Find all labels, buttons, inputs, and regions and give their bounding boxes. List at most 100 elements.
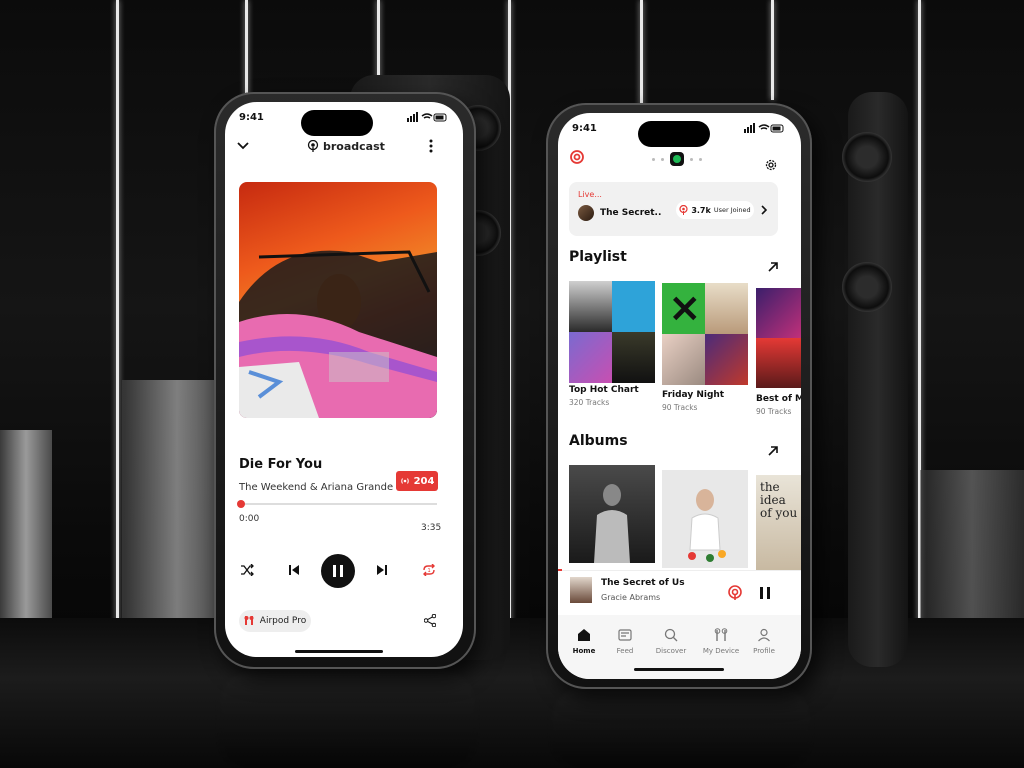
phone-reflection xyxy=(220,672,475,768)
cover-art-image xyxy=(239,250,437,418)
albums-heading: Albums xyxy=(569,433,628,449)
pause-button[interactable] xyxy=(321,554,355,588)
app-logo-icon[interactable] xyxy=(569,149,585,165)
playlist-title: Best of M xyxy=(756,394,801,404)
listeners-badge[interactable]: 204 xyxy=(396,471,438,491)
now-playing-artist: Gracie Abrams xyxy=(601,593,661,602)
album-card[interactable]: the idea of you xyxy=(756,475,801,573)
share-icon[interactable] xyxy=(422,612,438,628)
light-bar xyxy=(116,0,119,650)
status-time: 9:41 xyxy=(572,123,597,134)
search-icon xyxy=(664,628,678,641)
background-scene xyxy=(0,0,1024,768)
broadcast-icon xyxy=(679,205,688,215)
phone-back xyxy=(842,92,908,667)
album-card[interactable] xyxy=(662,470,748,568)
artist-name: The Weekend & Ariana Grande xyxy=(239,482,394,493)
avatar xyxy=(578,205,594,221)
dynamic-island xyxy=(301,110,373,136)
home-indicator xyxy=(634,668,724,671)
mini-progress xyxy=(558,569,562,571)
brand-logo: broadcast xyxy=(307,140,385,153)
brand-name: broadcast xyxy=(323,140,385,153)
status-time: 9:41 xyxy=(239,112,264,123)
users-count: 3.7k xyxy=(691,205,711,215)
pause-icon[interactable] xyxy=(757,585,773,601)
live-title: The Secret.. xyxy=(600,208,662,218)
svg-text:1: 1 xyxy=(428,568,431,574)
home-indicator xyxy=(295,650,383,653)
pause-icon xyxy=(333,565,343,577)
device-pill[interactable]: Airpod Pro xyxy=(239,610,311,632)
airpods-icon xyxy=(244,616,254,625)
nav-discover[interactable]: Discover xyxy=(654,623,688,659)
listeners-count: 204 xyxy=(413,475,435,487)
camera-lens xyxy=(842,132,892,182)
chevron-right-icon[interactable] xyxy=(759,204,769,216)
dynamic-island xyxy=(638,121,710,147)
chevron-down-icon[interactable] xyxy=(235,138,251,154)
album-text: the idea of you xyxy=(760,480,798,520)
dot xyxy=(690,157,693,161)
nav-my-device[interactable]: My Device xyxy=(701,623,741,659)
settings-gear-icon[interactable] xyxy=(763,157,779,173)
status-icons xyxy=(407,112,449,122)
progress-thumb[interactable] xyxy=(236,500,245,508)
repeat-icon[interactable]: 1 xyxy=(421,562,437,578)
playlist-cover[interactable]: × xyxy=(662,283,748,385)
broadcast-icon xyxy=(307,140,319,152)
live-signal-icon xyxy=(400,478,409,484)
users-joined-pill: 3.7k User Joined xyxy=(676,201,754,219)
next-icon[interactable] xyxy=(375,563,389,577)
nav-feed[interactable]: Feed xyxy=(611,623,639,659)
home-icon xyxy=(578,628,590,641)
now-playing-title: The Secret of Us xyxy=(601,578,685,588)
playlist-subtitle: 320 Tracks xyxy=(569,398,610,407)
phone-reflection xyxy=(552,688,810,768)
mini-player[interactable]: The Secret of Us Gracie Abrams xyxy=(558,569,801,621)
status-icons xyxy=(744,123,786,133)
nav-profile[interactable]: Profile xyxy=(750,623,778,659)
player-phone: 9:41 broadcast Die For You The Weekend &… xyxy=(214,92,476,669)
playlist-heading: Playlist xyxy=(569,249,627,265)
home-screen: 9:41 Live... The Secret.. 3.7k User Join… xyxy=(558,113,801,679)
spotify-icon[interactable] xyxy=(670,152,684,166)
home-phone: 9:41 Live... The Secret.. 3.7k User Join… xyxy=(546,103,812,689)
playlist-title: Friday Night xyxy=(662,390,725,400)
playlist-title: Top Hot Chart xyxy=(569,385,639,395)
feed-icon xyxy=(618,628,632,641)
source-switcher[interactable] xyxy=(646,151,708,167)
progress-track[interactable] xyxy=(236,500,437,508)
playlist-cover[interactable] xyxy=(569,281,655,383)
light-bar xyxy=(640,0,643,110)
playlist-cover[interactable] xyxy=(756,288,801,388)
playlist-subtitle: 90 Tracks xyxy=(756,407,792,416)
dot xyxy=(699,157,702,161)
bottom-nav: Home Feed Discover My Device Profile xyxy=(558,615,801,679)
users-label: User Joined xyxy=(713,206,751,214)
now-playing-cover xyxy=(570,577,592,603)
duration-time: 3:35 xyxy=(421,523,442,533)
live-label: Live... xyxy=(578,190,602,199)
elapsed-time: 0:00 xyxy=(239,514,260,524)
playlist-subtitle: 90 Tracks xyxy=(662,403,698,412)
player-screen: 9:41 broadcast Die For You The Weekend &… xyxy=(225,102,463,657)
song-title: Die For You xyxy=(239,457,323,472)
dot xyxy=(661,157,664,161)
shuffle-icon[interactable] xyxy=(239,562,255,578)
broadcast-icon[interactable] xyxy=(726,584,744,602)
previous-icon[interactable] xyxy=(287,563,301,577)
live-session-card[interactable]: Live... The Secret.. 3.7k User Joined xyxy=(569,182,778,236)
arrow-up-right-icon[interactable] xyxy=(767,445,779,457)
nav-home[interactable]: Home xyxy=(570,623,598,659)
album-card[interactable] xyxy=(569,465,655,563)
camera-lens xyxy=(842,262,892,312)
album-cover xyxy=(239,182,437,418)
more-vertical-icon[interactable] xyxy=(425,138,437,154)
arrow-up-right-icon[interactable] xyxy=(767,261,779,273)
grey-panel xyxy=(0,430,52,640)
airpods-icon xyxy=(714,627,728,641)
profile-icon xyxy=(758,628,770,641)
dot xyxy=(652,157,655,161)
light-bar xyxy=(771,0,774,100)
